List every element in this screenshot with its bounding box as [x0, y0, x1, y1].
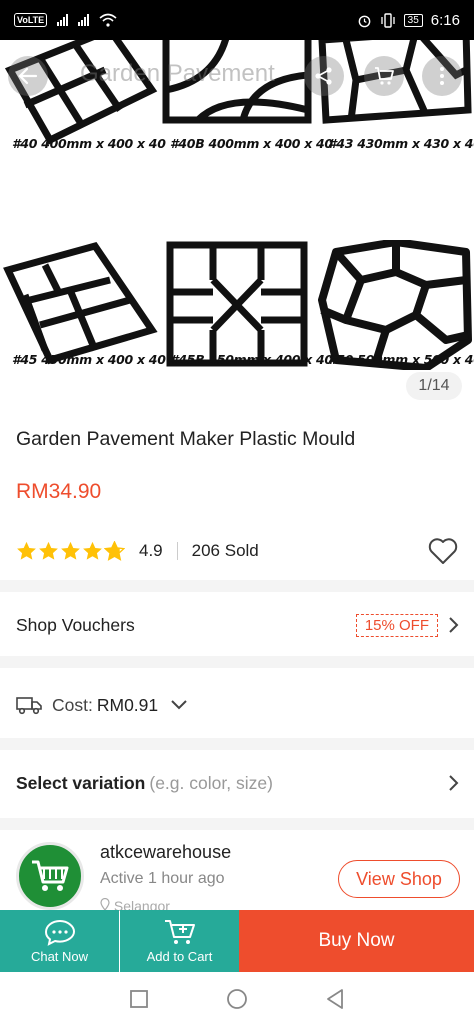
buy-now-button[interactable]: Buy Now [239, 910, 474, 972]
chevron-right-icon [449, 617, 459, 633]
recent-apps-icon[interactable] [129, 989, 149, 1009]
shipping-cost-value: RM0.91 [96, 694, 159, 715]
cart-icon [375, 67, 394, 85]
section-separator [0, 818, 474, 830]
chat-icon [44, 919, 75, 946]
bottom-action-bar: Chat Now Add to Cart Buy Now [0, 910, 474, 972]
back-button[interactable] [8, 56, 48, 96]
shop-card: atkcewarehouse Active 1 hour ago Selango… [16, 840, 460, 914]
shop-name[interactable]: atkcewarehouse [100, 842, 231, 863]
add-to-cart-icon [164, 920, 195, 944]
product-page: VoLTE 35 6:16 #40 400mm x 400 x 40 #40B … [0, 0, 474, 1026]
add-to-cart-button[interactable]: Add to Cart [120, 910, 239, 972]
select-variation-hint: (e.g. color, size) [149, 772, 273, 793]
tile-caption: #43 430mm x 430 x 40 [328, 136, 474, 151]
rating-value: 4.9 [139, 541, 163, 560]
star-rating [16, 541, 125, 561]
add-to-cart-label: Add to Cart [146, 949, 213, 964]
shop-vouchers-label: Shop Vouchers [16, 614, 135, 635]
select-variation-label: Select variation [16, 772, 146, 793]
product-title: Garden Pavement Maker Plastic Mould [16, 428, 356, 450]
tile-caption: #40 400mm x 400 x 40 [12, 136, 166, 151]
page-title: Garden Pavement [80, 60, 275, 87]
tile-caption: #45B 450mm x 400 x 40 [170, 352, 333, 367]
back-triangle-icon[interactable] [325, 988, 345, 1010]
section-separator [0, 738, 474, 750]
shop-vouchers-row[interactable]: Shop Vouchers 15% OFF [16, 610, 460, 640]
alarm-icon [358, 15, 371, 27]
shipping-row[interactable]: Cost: RM0.91 [16, 690, 460, 720]
voucher-badge: 15% OFF [355, 613, 438, 637]
home-icon[interactable] [226, 988, 248, 1010]
view-shop-button[interactable]: View Shop [338, 860, 460, 898]
signal-icon [78, 14, 90, 26]
divider [176, 542, 178, 560]
chat-now-button[interactable]: Chat Now [0, 910, 119, 972]
select-variation-row[interactable]: Select variation (e.g. color, size) [16, 768, 460, 798]
signal-icon [57, 14, 69, 26]
star-icon [83, 541, 102, 560]
rating-row: 4.9 206 Sold [16, 538, 458, 564]
mould-image [0, 240, 158, 370]
tile-caption: #50 500mm x 500 x 40 [328, 352, 474, 367]
header-overlay: Garden Pavement [8, 56, 468, 106]
star-half-icon [104, 541, 125, 561]
image-gallery[interactable]: #40 400mm x 400 x 40 #40B 400mm x 400 x … [0, 40, 474, 404]
shopping-cart-logo-icon [32, 860, 69, 891]
star-icon [61, 541, 80, 560]
system-nav-bar [0, 972, 474, 1026]
image-counter: 1/14 [406, 372, 462, 400]
product-price: RM34.90 [16, 480, 102, 503]
share-icon [315, 67, 332, 85]
chat-now-label: Chat Now [30, 949, 89, 964]
share-button[interactable] [304, 56, 344, 96]
star-icon [39, 541, 58, 560]
status-bar: VoLTE 35 6:16 [0, 0, 474, 40]
more-button[interactable] [422, 56, 462, 96]
cart-button[interactable] [364, 56, 404, 96]
volte-icon: VoLTE [14, 13, 48, 27]
shipping-cost-label: Cost: [52, 694, 93, 715]
tile-caption: #40B 400mm x 400 x 40 [170, 136, 333, 151]
section-separator [0, 656, 474, 668]
mould-image [158, 240, 316, 370]
shop-active-status: Active 1 hour ago [100, 870, 225, 887]
wifi-icon [99, 13, 117, 27]
clock: 6:16 [430, 11, 460, 29]
vibrate-icon [381, 12, 395, 28]
tile-caption: #45 450mm x 400 x 40 [12, 352, 166, 367]
back-arrow-icon [18, 67, 38, 85]
mould-image [316, 240, 474, 370]
battery-icon: 35 [403, 13, 423, 27]
sold-count: 206 Sold [191, 541, 259, 560]
chevron-down-icon[interactable] [170, 699, 188, 711]
star-icon [17, 541, 36, 560]
more-vertical-icon [440, 67, 444, 85]
section-separator [0, 580, 474, 592]
heart-icon[interactable] [428, 537, 458, 565]
shop-avatar[interactable] [16, 842, 84, 910]
chevron-right-icon [449, 775, 459, 791]
truck-icon [16, 697, 42, 715]
